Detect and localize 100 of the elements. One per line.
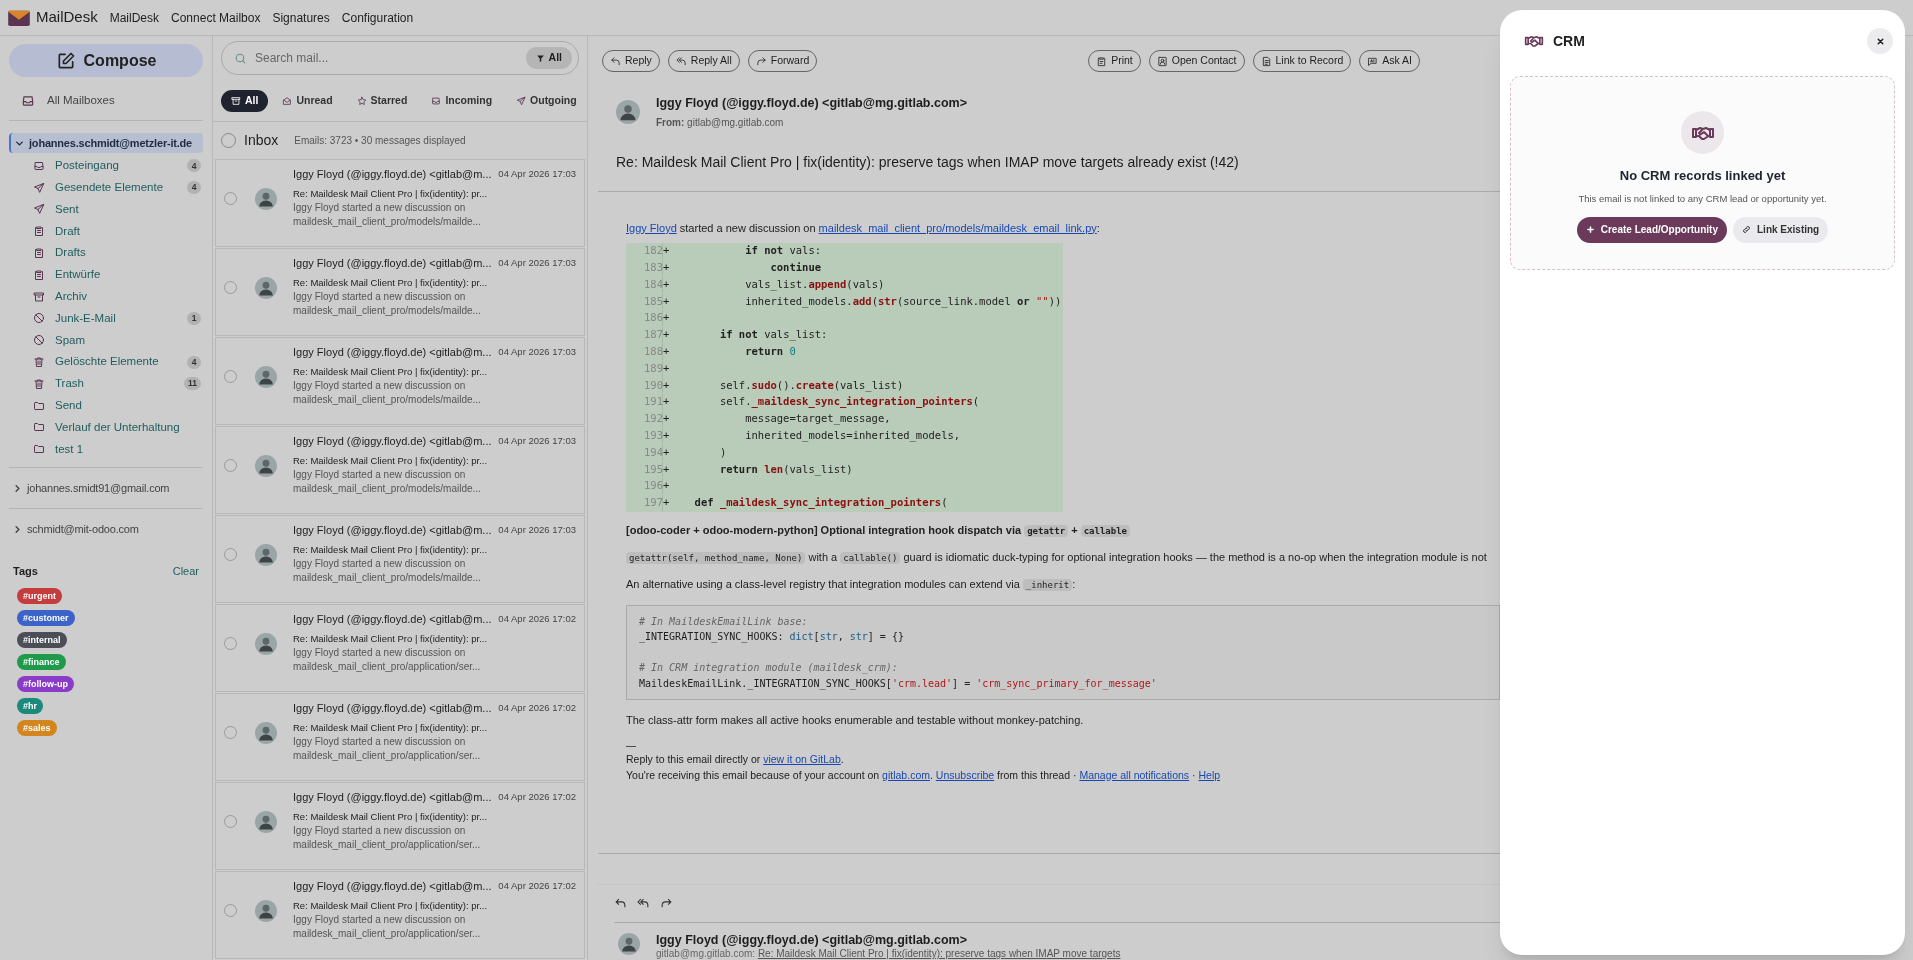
footer-text: Reply to this email directly or view it on GitLab. [626, 752, 844, 767]
create-lead-button[interactable]: Create Lead/Opportunity [1576, 216, 1727, 243]
message-row[interactable]: Iggy Floyd (@iggy.floyd.de) <gitlab@m... 04 Apr 2026 17:03 Re: Maildesk Mail Client Pro | fix(identity): pr... Iggy Floyd started a new discussion on maildesk_mail_client_pro/models/mailde... [215, 337, 585, 425]
close-button[interactable] [1867, 28, 1893, 54]
message-row[interactable]: Iggy Floyd (@iggy.floyd.de) <gitlab@m... 04 Apr 2026 17:02 Re: Maildesk Mail Client Pro | fix(identity): pr... Iggy Floyd started a new discussion on maildesk_mail_client_pro/application/ser... [215, 871, 585, 959]
link-existing-button[interactable]: Link Existing [1733, 216, 1829, 243]
folder-item[interactable]: Draft [9, 220, 203, 243]
folder-item[interactable]: Verlauf der Unterhaltung [9, 416, 203, 439]
tag-chip[interactable]: #urgent [17, 587, 62, 604]
message-subject: Re: Maildesk Mail Client Pro | fix(identity): pr... [293, 720, 489, 735]
avatar-silhouette [255, 455, 277, 477]
clipboard-icon [33, 247, 45, 260]
line-number: 191 [626, 394, 663, 411]
tag-chip[interactable]: #finance [17, 653, 66, 670]
reply-icon[interactable] [614, 897, 627, 910]
diff-line: + self.sudo().create(vals_list) [663, 377, 905, 394]
contact-card-icon [1156, 55, 1168, 67]
sender-name: Iggy Floyd (@iggy.floyd.de) <gitlab@m... [293, 256, 492, 271]
folder-item[interactable]: Spam [9, 329, 203, 352]
forward-icon [755, 55, 767, 67]
message-date: 04 Apr 2026 17:02 [498, 790, 577, 804]
folder-item[interactable]: Send [9, 394, 203, 417]
link[interactable]: Manage all notifications [1079, 768, 1190, 781]
plus-icon [1585, 225, 1595, 235]
line-number: 182 [626, 243, 663, 259]
folder-item[interactable]: Drafts [9, 242, 203, 264]
filter-tab[interactable]: Unread [272, 89, 343, 112]
line-number: 187 [626, 327, 663, 343]
message-subject: Re: Maildesk Mail Client Pro | fix(identity): pr... [293, 364, 489, 379]
message-preview: Iggy Floyd started a new discussion on [293, 645, 467, 660]
folder-item[interactable]: Posteingang 4 [9, 155, 203, 177]
message-date: 04 Apr 2026 17:03 [498, 167, 577, 181]
envelope-icon [282, 95, 293, 106]
sender-name: Iggy Floyd (@iggy.floyd.de) <gitlab@m... [293, 167, 492, 182]
all-mailboxes-link[interactable]: All Mailboxes [9, 81, 203, 121]
reply-all-icon[interactable] [637, 897, 650, 910]
folder-item[interactable]: Trash 11 [9, 372, 203, 395]
folder-item[interactable]: Sent [9, 198, 203, 221]
forward-icon[interactable] [660, 897, 673, 910]
account-item[interactable]: schmidt@mit-odoo.com [9, 519, 203, 540]
link[interactable]: gitlab.com [882, 768, 930, 781]
link[interactable]: maildesk_mail_client_pro/models/maildesk_email_link.py [818, 221, 1097, 234]
menu-item[interactable]: Signatures [266, 8, 336, 27]
message-row[interactable]: Iggy Floyd (@iggy.floyd.de) <gitlab@m... 04 Apr 2026 17:03 Re: Maildesk Mail Client Pro | fix(identity): pr... Iggy Floyd started a new discussion on maildesk_mail_client_pro/models/mailde... [215, 159, 585, 247]
message-row[interactable]: Iggy Floyd (@iggy.floyd.de) <gitlab@m... 04 Apr 2026 17:02 Re: Maildesk Mail Client Pro | fix(identity): pr... Iggy Floyd started a new discussion on maildesk_mail_client_pro/application/ser... [215, 604, 585, 692]
message-row[interactable]: Iggy Floyd (@iggy.floyd.de) <gitlab@m... 04 Apr 2026 17:02 Re: Maildesk Mail Client Pro | fix(identity): pr... Iggy Floyd started a new discussion on maildesk_mail_client_pro/application/ser... [215, 782, 585, 870]
menu-item[interactable]: Configuration [335, 8, 420, 27]
menu-item[interactable]: MailDesk [103, 8, 166, 27]
code-line: # In MaildeskEmailLink base: [639, 614, 809, 629]
avatar-silhouette [618, 933, 640, 955]
folder-item[interactable]: Archiv [9, 285, 203, 308]
message-row[interactable]: Iggy Floyd (@iggy.floyd.de) <gitlab@m... 04 Apr 2026 17:02 Re: Maildesk Mail Client Pro | fix(identity): pr... Iggy Floyd started a new discussion on maildesk_mail_client_pro/application/ser... [215, 693, 585, 781]
account-item[interactable]: johannes.schmidt@metzler-it.de [9, 133, 203, 153]
avatar-silhouette [255, 722, 277, 744]
account-item[interactable]: johannes.smidt91@gmail.com [9, 478, 203, 499]
message-preview: maildesk_mail_client_pro/application/ser... [293, 837, 482, 852]
signature-dash: — [626, 740, 637, 752]
compose-button[interactable]: Compose [9, 44, 203, 77]
empty-description: This email is not linked to any CRM lead or opportunity yet. [1578, 191, 1827, 206]
menu-item[interactable]: Connect Mailbox [165, 8, 267, 27]
folder-item[interactable]: Gelöschte Elemente 4 [9, 351, 203, 373]
message-subject: Re: Maildesk Mail Client Pro | fix(identity): pr... [293, 275, 489, 290]
folder-item[interactable]: Entwürfe [9, 264, 203, 286]
avatar-silhouette [616, 99, 640, 124]
body-paragraph: Iggy Floyd started a new discussion on maildesk_mail_client_pro/models/maildesk_email_link.py: [626, 220, 1100, 236]
link[interactable]: view it on GitLab [763, 753, 841, 765]
tag-chip[interactable]: #hr [17, 697, 43, 714]
tag-chip[interactable]: #internal [17, 631, 67, 648]
diff-line: + ) [663, 444, 728, 460]
diff-line: + message=target_message, [663, 411, 892, 427]
folder-title: Inbox [244, 130, 279, 150]
tag-chip[interactable]: #follow-up [17, 675, 74, 692]
link[interactable]: Help [1198, 768, 1221, 781]
tag-chip[interactable]: #customer [17, 609, 75, 626]
folder-item[interactable]: test 1 [9, 438, 203, 461]
sender-name: Iggy Floyd (@iggy.floyd.de) <gitlab@m... [293, 879, 492, 894]
diff-line: + inherited_models.add(str(source_link.model or "")) [663, 293, 1063, 310]
clipboard-icon [33, 268, 45, 281]
search-icon [234, 51, 247, 65]
folder-item[interactable]: Junk-E-Mail 1 [9, 307, 203, 330]
filter-tab[interactable]: All [221, 89, 269, 112]
app-name: MailDesk [36, 7, 98, 28]
filter-tab[interactable]: Starred [346, 89, 418, 112]
filter-tab[interactable]: Outgoing [506, 89, 587, 112]
empty-title: No CRM records linked yet [1619, 167, 1786, 185]
filter-button[interactable]: All [525, 47, 572, 69]
trash-icon [33, 377, 45, 390]
message-row[interactable]: Iggy Floyd (@iggy.floyd.de) <gitlab@m... 04 Apr 2026 17:03 Re: Maildesk Mail Client Pro | fix(identity): pr... Iggy Floyd started a new discussion on maildesk_mail_client_pro/models/mailde... [215, 426, 585, 514]
message-row[interactable]: Iggy Floyd (@iggy.floyd.de) <gitlab@m... 04 Apr 2026 17:03 Re: Maildesk Mail Client Pro | fix(identity): pr... Iggy Floyd started a new discussion on maildesk_mail_client_pro/models/mailde... [215, 248, 585, 336]
envelope-logo [8, 8, 30, 27]
trash-icon [33, 356, 45, 369]
count-badge: 11 [184, 377, 201, 391]
clear-link[interactable]: Clear [172, 563, 199, 580]
message-row[interactable]: Iggy Floyd (@iggy.floyd.de) <gitlab@m... 04 Apr 2026 17:03 Re: Maildesk Mail Client Pro | fix(identity): pr... Iggy Floyd started a new discussion on maildesk_mail_client_pro/models/mailde... [215, 515, 585, 603]
link[interactable]: Iggy Floyd [626, 221, 677, 234]
message-preview: Iggy Floyd started a new discussion on [293, 912, 467, 927]
filter-tab[interactable]: Incoming [421, 89, 503, 112]
link[interactable]: Unsubscribe [935, 768, 995, 781]
folder-item[interactable]: Gesendete Elemente 4 [9, 176, 203, 199]
body-paragraph: [odoo-coder + odoo-modern-python] Optional integration hook dispatch via getattr + callable [626, 521, 1130, 539]
